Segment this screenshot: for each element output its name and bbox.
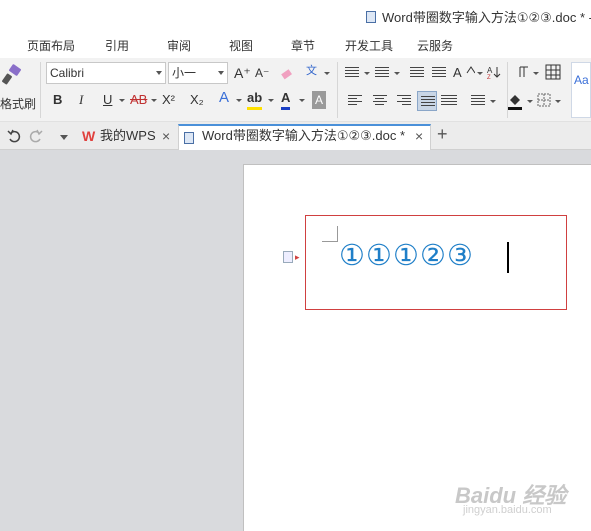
text-effect-button[interactable]: A bbox=[219, 89, 229, 107]
chevron-down-icon bbox=[151, 99, 157, 102]
menu-bar: 页面布局 引用 审阅 视图 章节 开发工具 云服务 bbox=[0, 30, 591, 58]
style-preview: Aa bbox=[574, 73, 589, 87]
paragraph-marker-icon: ▸ bbox=[295, 252, 300, 262]
align-right-icon[interactable] bbox=[397, 95, 411, 107]
menu-references[interactable]: 引用 bbox=[105, 37, 129, 54]
show-paragraph-marks-icon[interactable] bbox=[516, 65, 530, 79]
subscript-button[interactable]: X₂ bbox=[190, 91, 204, 109]
phonetic-guide-button[interactable]: 文 bbox=[306, 62, 317, 80]
tab-document[interactable]: Word带圈数字输入方法①②③.doc * × bbox=[178, 124, 431, 150]
menu-review[interactable]: 审阅 bbox=[167, 37, 191, 54]
chevron-down-icon bbox=[324, 72, 330, 75]
highlight-button[interactable]: ab bbox=[247, 89, 263, 110]
justify-icon bbox=[421, 96, 435, 108]
chevron-down-icon bbox=[394, 72, 400, 75]
ribbon-separator bbox=[337, 62, 338, 118]
character-shading-button[interactable]: A bbox=[312, 91, 327, 109]
quick-access-dropdown-icon[interactable] bbox=[60, 135, 68, 140]
menu-developer-tools[interactable]: 开发工具 bbox=[345, 37, 393, 54]
chevron-down-icon bbox=[490, 100, 496, 103]
justify-button[interactable] bbox=[417, 91, 437, 111]
italic-button[interactable]: I bbox=[79, 91, 83, 109]
wps-logo-icon: W bbox=[82, 128, 96, 144]
menu-cloud-service[interactable]: 云服务 bbox=[417, 37, 453, 54]
clear-format-icon[interactable] bbox=[280, 66, 294, 80]
menu-view[interactable]: 视图 bbox=[229, 37, 253, 54]
bullet-list-icon[interactable] bbox=[345, 67, 359, 79]
text-direction-icon[interactable]: A bbox=[453, 64, 475, 80]
underline-button[interactable]: U bbox=[103, 91, 112, 109]
chevron-down-icon bbox=[299, 99, 305, 102]
window-title-text: Word带圈数字输入方法①②③.doc * - bbox=[382, 10, 591, 25]
bold-button[interactable]: B bbox=[53, 91, 62, 109]
chevron-down-icon bbox=[555, 100, 561, 103]
chevron-down-icon bbox=[218, 71, 224, 75]
grow-font-button[interactable]: A⁺ bbox=[234, 64, 251, 82]
style-gallery[interactable]: Aa bbox=[571, 62, 591, 118]
font-size-select[interactable]: 小一 bbox=[168, 62, 228, 84]
borders-icon[interactable] bbox=[537, 93, 551, 107]
distributed-align-icon[interactable] bbox=[441, 95, 457, 107]
chevron-down-icon bbox=[236, 99, 242, 102]
table-icon[interactable] bbox=[545, 64, 561, 80]
line-spacing-icon[interactable] bbox=[471, 95, 485, 107]
document-body-text[interactable]: ①①①②③ bbox=[339, 238, 474, 272]
title-bar: Word带圈数字输入方法①②③.doc * - bbox=[0, 0, 591, 30]
new-tab-button[interactable]: + bbox=[437, 124, 448, 145]
sort-icon[interactable]: A Z bbox=[487, 65, 501, 79]
tab-my-wps[interactable]: W 我的WPS × bbox=[76, 124, 178, 150]
svg-text:A: A bbox=[453, 65, 462, 80]
chevron-down-icon bbox=[268, 99, 274, 102]
close-icon[interactable]: × bbox=[415, 124, 423, 148]
align-left-icon[interactable] bbox=[348, 95, 362, 107]
decrease-indent-icon[interactable] bbox=[410, 67, 424, 79]
chevron-down-icon bbox=[119, 99, 125, 102]
chevron-down-icon bbox=[156, 71, 162, 75]
strikethrough-button[interactable]: AB bbox=[130, 91, 147, 109]
tab-label: 我的WPS bbox=[100, 128, 156, 143]
font-color-button[interactable]: A bbox=[281, 89, 291, 110]
undo-icon[interactable] bbox=[7, 129, 21, 143]
menu-page-layout[interactable]: 页面布局 bbox=[27, 37, 75, 54]
chevron-down-icon bbox=[533, 72, 539, 75]
format-painter-icon[interactable] bbox=[2, 64, 24, 86]
paint-bucket-icon[interactable] bbox=[506, 92, 524, 110]
font-name-select[interactable]: Calibri bbox=[46, 62, 166, 84]
watermark-url: jingyan.baidu.com bbox=[463, 504, 552, 516]
font-size-value: 小一 bbox=[172, 66, 197, 80]
paragraph-layout-icon[interactable] bbox=[283, 251, 293, 263]
menu-chapter[interactable]: 章节 bbox=[291, 37, 315, 54]
text-cursor bbox=[507, 242, 509, 273]
svg-text:Z: Z bbox=[487, 75, 491, 79]
tab-label: Word带圈数字输入方法①②③.doc * bbox=[202, 128, 406, 143]
margin-corner-mark bbox=[322, 226, 338, 242]
chevron-down-icon bbox=[527, 100, 533, 103]
svg-text:A: A bbox=[487, 66, 493, 75]
shrink-font-button[interactable]: A⁻ bbox=[255, 64, 269, 82]
document-icon bbox=[366, 11, 376, 23]
numbered-list-icon[interactable] bbox=[375, 67, 389, 79]
chevron-down-icon bbox=[477, 72, 483, 75]
increase-indent-icon[interactable] bbox=[432, 67, 446, 79]
chevron-down-icon bbox=[364, 72, 370, 75]
align-center-icon[interactable] bbox=[373, 95, 387, 107]
superscript-button[interactable]: X² bbox=[162, 91, 175, 109]
font-name-value: Calibri bbox=[50, 66, 85, 80]
document-icon bbox=[184, 132, 194, 144]
ribbon-separator bbox=[40, 62, 41, 118]
document-tab-bar: W 我的WPS × Word带圈数字输入方法①②③.doc * × + bbox=[0, 122, 591, 150]
document-workspace bbox=[0, 150, 591, 531]
redo-icon[interactable] bbox=[29, 129, 43, 143]
close-icon[interactable]: × bbox=[162, 124, 170, 148]
window-title: Word带圈数字输入方法①②③.doc * - bbox=[366, 7, 591, 26]
ribbon-toolbar: 格式刷 Calibri 小一 A⁺ A⁻ 文 B I U AB X² X₂ A … bbox=[0, 58, 591, 122]
format-painter-label[interactable]: 格式刷 bbox=[0, 95, 36, 112]
